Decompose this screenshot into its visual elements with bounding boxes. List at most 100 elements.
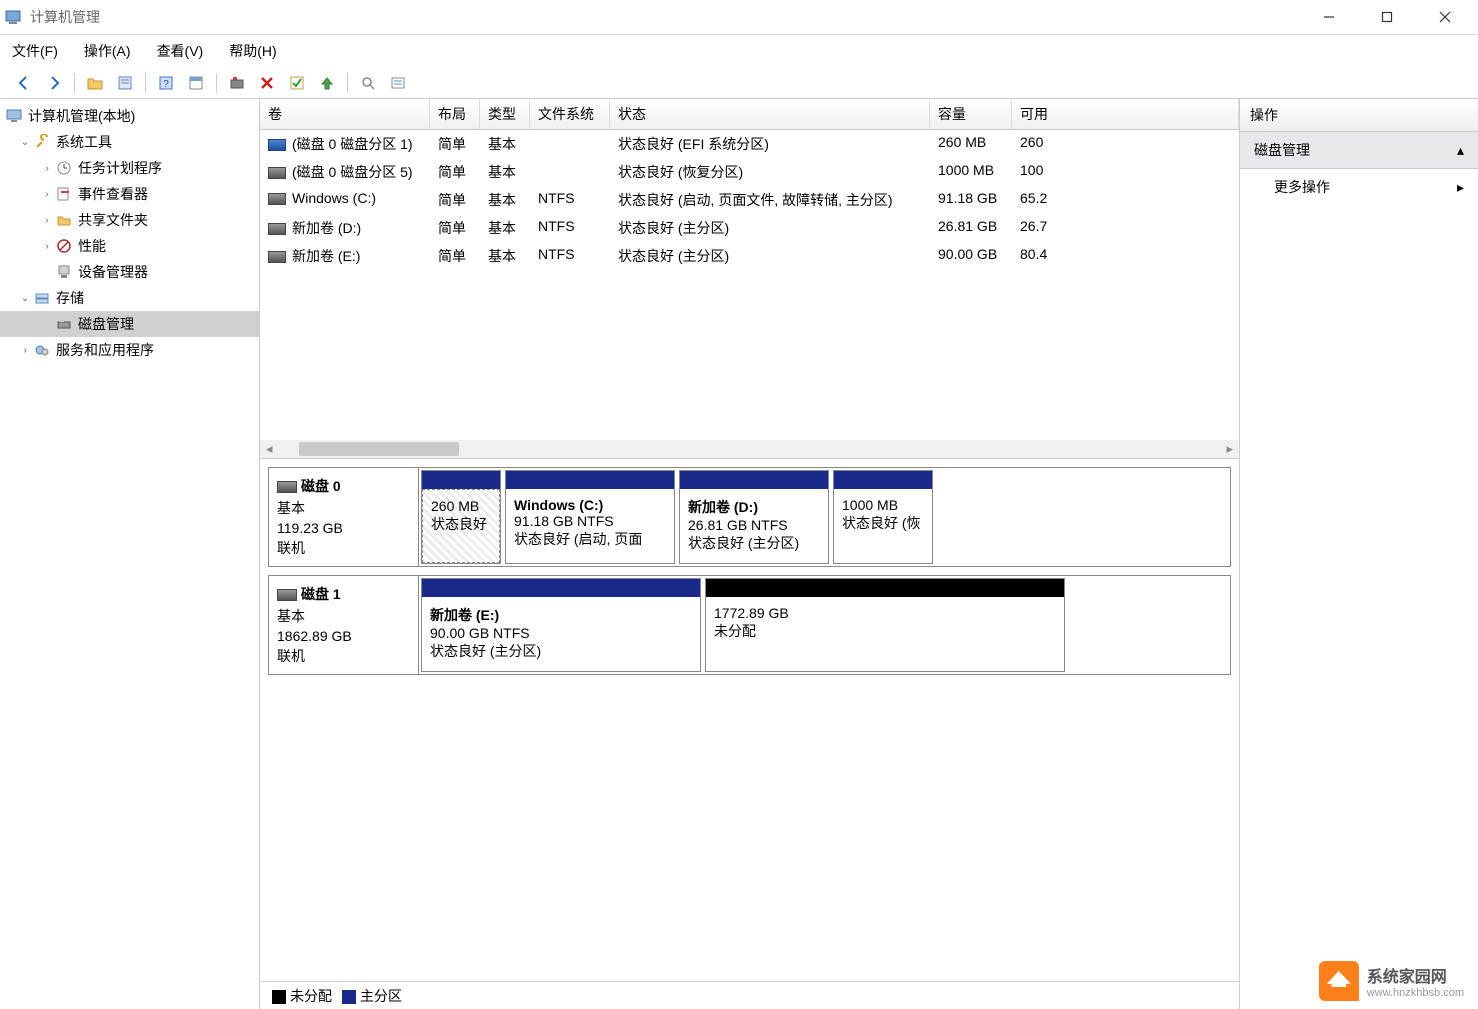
partition[interactable]: 1772.89 GB未分配 [705, 578, 1065, 672]
disk-graphic-panel: 磁盘 0 基本 119.23 GB 联机 260 MB状态良好Windows (… [260, 459, 1239, 981]
menu-view[interactable]: 查看(V) [155, 37, 206, 65]
partition[interactable]: 新加卷 (E:)90.00 GB NTFS状态良好 (主分区) [421, 578, 701, 672]
disk1-title: 磁盘 1 [301, 586, 341, 602]
expand-icon[interactable]: › [18, 345, 32, 356]
watermark-icon [1319, 961, 1359, 1001]
menu-file[interactable]: 文件(F) [10, 37, 60, 65]
expand-icon[interactable]: › [40, 189, 54, 200]
window-controls [1300, 1, 1474, 33]
search-icon[interactable] [356, 71, 380, 95]
maximize-button[interactable] [1358, 1, 1416, 33]
tree-devicemgr[interactable]: 设备管理器 [0, 259, 259, 285]
disk1-row: 磁盘 1 基本 1862.89 GB 联机 新加卷 (E:)90.00 GB N… [268, 575, 1231, 675]
disk0-row: 磁盘 0 基本 119.23 GB 联机 260 MB状态良好Windows (… [268, 467, 1231, 567]
volume-row[interactable]: (磁盘 0 磁盘分区 1)简单基本状态良好 (EFI 系统分区)260 MB26… [260, 130, 1239, 158]
minimize-button[interactable] [1300, 1, 1358, 33]
actions-category-label: 磁盘管理 [1254, 140, 1310, 160]
partition[interactable]: 新加卷 (D:)26.81 GB NTFS状态良好 (主分区) [679, 470, 829, 564]
disk1-type: 基本 [277, 606, 410, 626]
legend-primary-swatch [342, 990, 356, 1004]
volume-row[interactable]: 新加卷 (E:)简单基本NTFS状态良好 (主分区)90.00 GB80.4 [260, 242, 1239, 270]
chevron-right-icon: ▸ [1457, 179, 1464, 196]
tree-label: 磁盘管理 [78, 314, 134, 334]
col-layout[interactable]: 布局 [430, 99, 480, 129]
tree-diskmgmt[interactable]: 磁盘管理 [0, 311, 259, 337]
col-status[interactable]: 状态 [610, 99, 930, 129]
close-button[interactable] [1416, 1, 1474, 33]
partition-header [422, 579, 700, 597]
partition-header [422, 471, 500, 489]
collapse-icon[interactable]: ⌄ [18, 293, 32, 304]
back-button[interactable] [12, 71, 36, 95]
folder-icon[interactable] [83, 71, 107, 95]
volume-table-header: 卷 布局 类型 文件系统 状态 容量 可用 [260, 99, 1239, 130]
volume-icon [268, 223, 286, 235]
menu-help[interactable]: 帮助(H) [227, 37, 278, 65]
check-icon[interactable] [285, 71, 309, 95]
help-icon[interactable]: ? [154, 71, 178, 95]
legend-unalloc: 未分配 [272, 986, 332, 1006]
scroll-left-icon[interactable]: ◂ [260, 441, 279, 457]
tree-sharedfolders[interactable]: › 共享文件夹 [0, 207, 259, 233]
volume-row[interactable]: 新加卷 (D:)简单基本NTFS状态良好 (主分区)26.81 GB26.7 [260, 214, 1239, 242]
tree-eventviewer[interactable]: › 事件查看器 [0, 181, 259, 207]
disk1-label[interactable]: 磁盘 1 基本 1862.89 GB 联机 [269, 576, 419, 674]
col-type[interactable]: 类型 [480, 99, 530, 129]
services-icon [32, 341, 52, 359]
disk-icon [54, 315, 74, 333]
tools-icon [32, 133, 52, 151]
menubar: 文件(F) 操作(A) 查看(V) 帮助(H) [0, 35, 1478, 67]
tree-services[interactable]: › 服务和应用程序 [0, 337, 259, 363]
tree-storage[interactable]: ⌄ 存储 [0, 285, 259, 311]
properties-icon[interactable] [113, 71, 137, 95]
expand-icon[interactable]: › [40, 215, 54, 226]
horizontal-scrollbar[interactable]: ◂ ▸ [260, 440, 1239, 458]
tree-performance[interactable]: › 性能 [0, 233, 259, 259]
view-icon[interactable] [184, 71, 208, 95]
actions-header: 操作 [1240, 99, 1478, 132]
volume-icon [268, 193, 286, 205]
col-fs[interactable]: 文件系统 [530, 99, 610, 129]
actions-more[interactable]: 更多操作 ▸ [1240, 169, 1478, 205]
disk0-size: 119.23 GB [277, 520, 410, 536]
disk1-state: 联机 [277, 646, 410, 666]
col-volume[interactable]: 卷 [260, 99, 430, 129]
tree-label: 存储 [56, 288, 84, 308]
up-icon[interactable] [315, 71, 339, 95]
volume-row[interactable]: (磁盘 0 磁盘分区 5)简单基本状态良好 (恢复分区)1000 MB100 [260, 158, 1239, 186]
tree-root[interactable]: 计算机管理(本地) [0, 103, 259, 129]
legend-bar: 未分配 主分区 [260, 981, 1239, 1009]
collapse-icon[interactable]: ⌄ [18, 137, 32, 148]
scroll-right-icon[interactable]: ▸ [1220, 441, 1239, 457]
expand-icon[interactable]: › [40, 241, 54, 252]
device-icon [54, 263, 74, 281]
menu-action[interactable]: 操作(A) [82, 37, 133, 65]
col-capacity[interactable]: 容量 [930, 99, 1012, 129]
disk0-title: 磁盘 0 [301, 478, 341, 494]
col-free[interactable]: 可用 [1012, 99, 1239, 129]
disk0-label[interactable]: 磁盘 0 基本 119.23 GB 联机 [269, 468, 419, 566]
actions-more-label: 更多操作 [1274, 177, 1330, 197]
tree-systools[interactable]: ⌄ 系统工具 [0, 129, 259, 155]
computer-icon [4, 107, 24, 125]
scroll-thumb[interactable] [299, 442, 459, 456]
expand-icon[interactable]: › [40, 163, 54, 174]
list-icon[interactable] [386, 71, 410, 95]
window-title: 计算机管理 [30, 7, 100, 27]
toolbar-separator [145, 73, 146, 93]
delete-icon[interactable] [255, 71, 279, 95]
forward-button[interactable] [42, 71, 66, 95]
tree-label: 共享文件夹 [78, 210, 148, 230]
event-icon [54, 185, 74, 203]
actions-category[interactable]: 磁盘管理 ▴ [1240, 132, 1478, 169]
disk0-state: 联机 [277, 538, 410, 558]
volume-table-body: (磁盘 0 磁盘分区 1)简单基本状态良好 (EFI 系统分区)260 MB26… [260, 130, 1239, 440]
storage-icon [32, 289, 52, 307]
partition[interactable]: 1000 MB状态良好 (恢 [833, 470, 933, 564]
tree-taskscheduler[interactable]: › 任务计划程序 [0, 155, 259, 181]
partition[interactable]: 260 MB状态良好 [421, 470, 501, 564]
partition[interactable]: Windows (C:)91.18 GB NTFS状态良好 (启动, 页面 [505, 470, 675, 564]
volume-row[interactable]: Windows (C:)简单基本NTFS状态良好 (启动, 页面文件, 故障转储… [260, 186, 1239, 214]
tree-systools-label: 系统工具 [56, 132, 112, 152]
refresh-icon[interactable] [225, 71, 249, 95]
